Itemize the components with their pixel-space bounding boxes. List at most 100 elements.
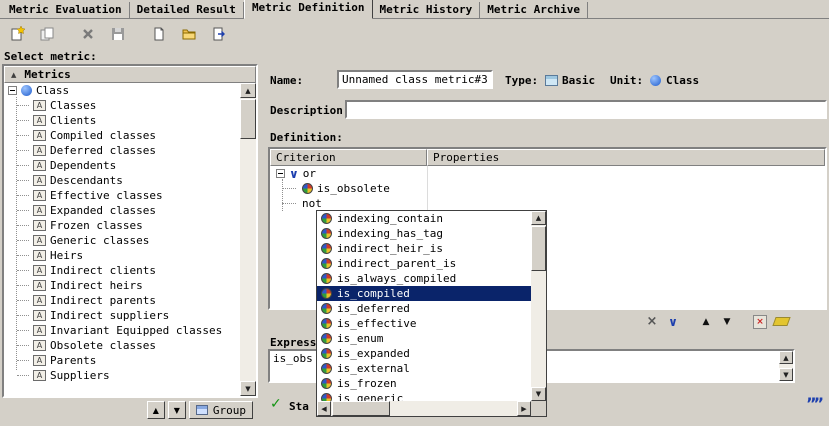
tree-item-generic-classes[interactable]: Generic classes <box>4 233 240 248</box>
tree-item-label: Descendants <box>50 173 123 188</box>
metric-icon <box>33 310 46 321</box>
tree-item-classes[interactable]: Classes <box>4 98 240 113</box>
dropdown-item-is-expanded[interactable]: is_expanded <box>317 346 531 361</box>
criterion-row-or[interactable]: or <box>270 166 825 181</box>
collapse-icon[interactable] <box>8 86 17 95</box>
tree-item-expanded-classes[interactable]: Expanded classes <box>4 203 240 218</box>
tree-item-heirs[interactable]: Heirs <box>4 248 240 263</box>
eraser-shape <box>772 317 790 326</box>
collapse-icon[interactable] <box>276 169 285 178</box>
scroll-down-icon[interactable] <box>240 381 256 396</box>
description-input[interactable] <box>345 100 827 119</box>
scroll-down-icon[interactable] <box>779 368 793 381</box>
scroll-up-icon[interactable] <box>240 83 256 98</box>
tree-item-suppliers[interactable]: Suppliers <box>4 368 240 383</box>
dropdown-item-is-generic[interactable]: is_generic <box>317 391 531 401</box>
tree-item-invariant-equipped-classes[interactable]: Invariant Equipped classes <box>4 323 240 338</box>
tree-item-label: Classes <box>50 98 96 113</box>
name-label: Name: <box>270 74 303 87</box>
tree-item-descendants[interactable]: Descendants <box>4 173 240 188</box>
status-label: Sta <box>289 400 309 413</box>
scroll-down-icon[interactable] <box>531 387 546 401</box>
cross-icon[interactable] <box>644 314 660 330</box>
dropdown-item-label: is_compiled <box>337 286 410 301</box>
dropdown-item-is-compiled[interactable]: is_compiled <box>317 286 531 301</box>
tree-item-label: Indirect heirs <box>50 278 143 293</box>
scroll-up-icon[interactable] <box>779 351 793 364</box>
tree-item-indirect-clients[interactable]: Indirect clients <box>4 263 240 278</box>
tree-item-dependents[interactable]: Dependents <box>4 158 240 173</box>
dropdown-item-is-always-compiled[interactable]: is_always_compiled <box>317 271 531 286</box>
dropdown-item-is-external[interactable]: is_external <box>317 361 531 376</box>
criterion-row-not[interactable]: not <box>270 196 825 211</box>
tab-metric-evaluation[interactable]: Metric Evaluation <box>2 2 130 18</box>
tree-item-label: Compiled classes <box>50 128 156 143</box>
metric-tree-header[interactable]: Metrics <box>4 66 256 83</box>
metric-icon <box>33 145 46 156</box>
dropdown-item-indirect-parent-is[interactable]: indirect_parent_is <box>317 256 531 271</box>
dropdown-item-indexing-has-tag[interactable]: indexing_has_tag <box>317 226 531 241</box>
expression-scrollbar[interactable] <box>779 351 793 381</box>
copy-metric-button[interactable] <box>33 21 60 47</box>
move-metric-up-button[interactable] <box>147 401 165 419</box>
criterion-icon <box>321 333 332 344</box>
tree-item-parents[interactable]: Parents <box>4 353 240 368</box>
move-up-icon[interactable] <box>698 314 714 330</box>
dropdown-item-indirect-heir-is[interactable]: indirect_heir_is <box>317 241 531 256</box>
scroll-left-icon[interactable] <box>317 401 331 416</box>
scroll-right-icon[interactable] <box>517 401 531 416</box>
criterion-icon <box>321 363 332 374</box>
comment-icon[interactable] <box>806 394 821 413</box>
tab-metric-archive[interactable]: Metric Archive <box>480 2 588 18</box>
tree-item-frozen-classes[interactable]: Frozen classes <box>4 218 240 233</box>
delete-criterion-icon[interactable] <box>752 314 768 330</box>
column-properties[interactable]: Properties <box>427 149 825 166</box>
dropdown-hscrollbar[interactable] <box>317 401 531 416</box>
tree-item-obsolete-classes[interactable]: Obsolete classes <box>4 338 240 353</box>
dropdown-item-indexing-contain[interactable]: indexing_contain <box>317 211 531 226</box>
export-metric-icon <box>211 26 227 42</box>
scroll-thumb[interactable] <box>240 99 256 139</box>
scroll-thumb[interactable] <box>531 226 546 271</box>
tree-item-indirect-parents[interactable]: Indirect parents <box>4 293 240 308</box>
tree-order-controls: Group <box>2 400 258 420</box>
dropdown-item-is-frozen[interactable]: is_frozen <box>317 376 531 391</box>
delete-metric-button[interactable] <box>74 21 101 47</box>
tree-item-deferred-classes[interactable]: Deferred classes <box>4 143 240 158</box>
dropdown-vscrollbar[interactable] <box>531 211 546 401</box>
tree-item-indirect-suppliers[interactable]: Indirect suppliers <box>4 308 240 323</box>
criterion-dropdown-list: indexing_contain indexing_has_tag indire… <box>317 211 531 401</box>
new-metric-button[interactable] <box>3 21 30 47</box>
group-button[interactable]: Group <box>189 401 253 419</box>
dropdown-item-label: indirect_parent_is <box>337 256 456 271</box>
or-icon[interactable] <box>665 314 681 330</box>
new-file-button[interactable] <box>145 21 172 47</box>
move-down-icon[interactable] <box>719 314 735 330</box>
dropdown-item-label: indirect_heir_is <box>337 241 443 256</box>
tree-item-effective-classes[interactable]: Effective classes <box>4 188 240 203</box>
criterion-row-is-obsolete[interactable]: is_obsolete <box>270 181 825 196</box>
save-metric-button[interactable] <box>104 21 131 47</box>
eraser-icon[interactable] <box>773 314 789 330</box>
tree-item-indirect-heirs[interactable]: Indirect heirs <box>4 278 240 293</box>
dropdown-item-is-enum[interactable]: is_enum <box>317 331 531 346</box>
tree-item-label: Obsolete classes <box>50 338 156 353</box>
open-metric-button[interactable] <box>175 21 202 47</box>
dropdown-item-is-effective[interactable]: is_effective <box>317 316 531 331</box>
unit-label: Unit: <box>610 74 643 87</box>
scroll-thumb[interactable] <box>332 401 390 416</box>
export-metric-button[interactable] <box>205 21 232 47</box>
scroll-up-icon[interactable] <box>531 211 546 225</box>
move-metric-down-button[interactable] <box>168 401 186 419</box>
column-criterion[interactable]: Criterion <box>270 149 427 166</box>
name-input[interactable] <box>337 70 493 89</box>
metric-tree-panel: Metrics Class Classes Clients Compiled c… <box>2 64 258 398</box>
tab-metric-definition[interactable]: Metric Definition <box>244 0 373 19</box>
dropdown-item-is-deferred[interactable]: is_deferred <box>317 301 531 316</box>
tree-item-clients[interactable]: Clients <box>4 113 240 128</box>
tree-root-class[interactable]: Class <box>4 83 240 98</box>
tab-detailed-result[interactable]: Detailed Result <box>130 2 244 18</box>
tree-scrollbar[interactable] <box>240 83 256 396</box>
tree-item-compiled-classes[interactable]: Compiled classes <box>4 128 240 143</box>
tab-metric-history[interactable]: Metric History <box>373 2 481 18</box>
